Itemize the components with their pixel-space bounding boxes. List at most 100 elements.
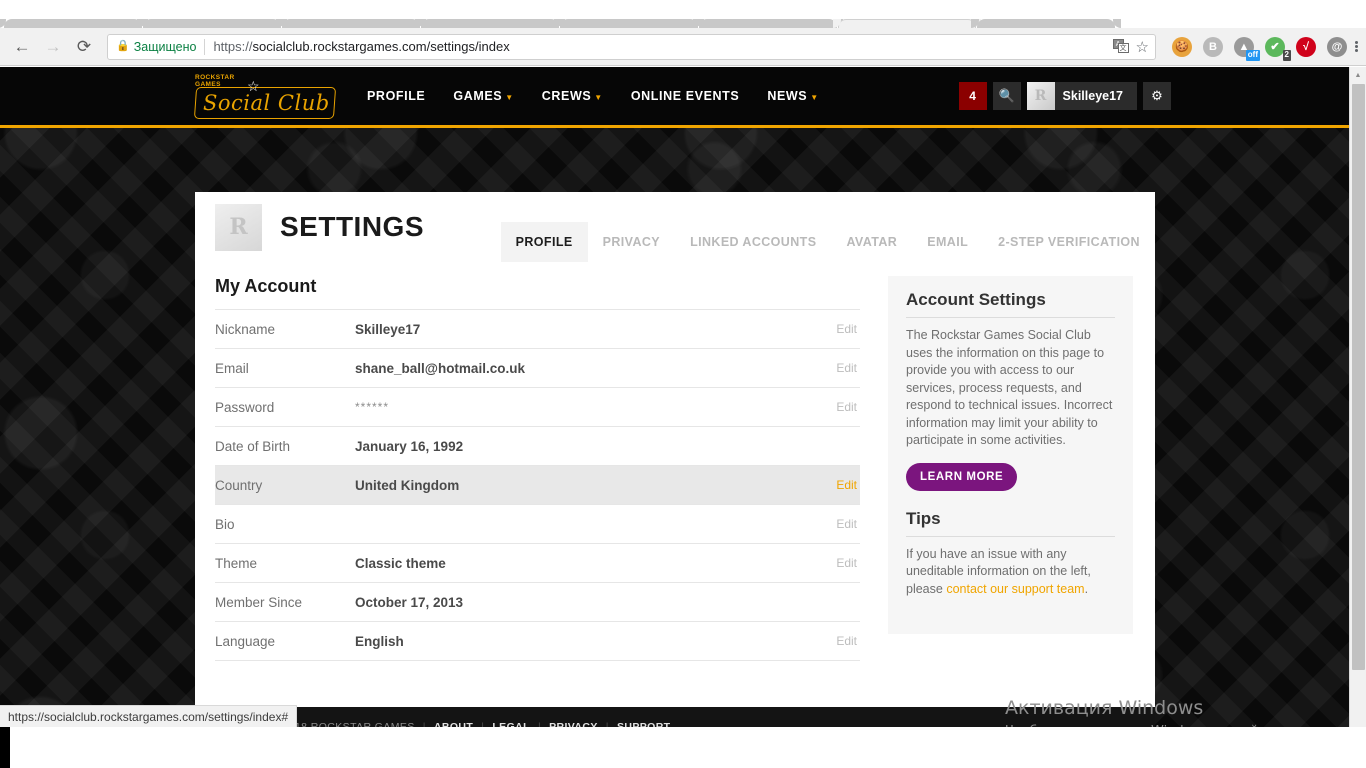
table-row[interactable]: Language English Edit: [215, 622, 860, 661]
vertical-scrollbar[interactable]: ▲ ▼: [1349, 67, 1366, 739]
row-value: ******: [355, 400, 390, 414]
page-title: SETTINGS: [280, 211, 425, 242]
extension-icons: 🍪 B ▲ off ✔ 2 √ @: [1162, 36, 1347, 61]
gear-icon[interactable]: ⚙: [1143, 82, 1171, 110]
browser-tab[interactable]: [415, 19, 565, 28]
extension-badge: 2: [1282, 50, 1291, 61]
settings-avatar: R: [215, 203, 262, 251]
cookie-extension-icon[interactable]: 🍪: [1172, 36, 1192, 57]
social-club-logo[interactable]: ROCKSTAR GAMES ☆ Social Club: [193, 74, 337, 119]
edit-link[interactable]: Edit: [836, 322, 860, 336]
shield-check-extension-icon[interactable]: ✔ 2: [1265, 36, 1291, 61]
tab-label: 2-STEP VERIFICATION: [998, 235, 1140, 249]
tips-heading: Tips: [906, 491, 1115, 537]
row-label: Member Since: [215, 594, 303, 610]
table-row[interactable]: Email shane_ball@hotmail.co.uk Edit: [215, 349, 860, 388]
table-row[interactable]: Password ****** Edit: [215, 388, 860, 427]
nav-item-label: GAMES: [453, 89, 503, 103]
scrollbar-thumb[interactable]: [1352, 84, 1365, 670]
nav-item-label: PROFILE: [367, 89, 426, 103]
learn-more-button[interactable]: LEARN MORE: [906, 462, 1018, 491]
browser-tab[interactable]: [971, 19, 1121, 28]
header-right-controls: 4 🔍 R Skilleye17 ⚙: [958, 82, 1171, 110]
status-bar-url: https://socialclub.rockstargames.com/set…: [0, 705, 298, 727]
nav-item-crews[interactable]: CREWS ▼: [542, 89, 603, 103]
tab-profile[interactable]: PROFILE: [500, 222, 588, 262]
row-value: Skilleye17: [355, 321, 421, 337]
adguard-extension-icon[interactable]: ▲ off: [1234, 36, 1260, 61]
tab-2-step-verification[interactable]: 2-STEP VERIFICATION: [983, 222, 1155, 262]
user-chip[interactable]: R Skilleye17: [1026, 82, 1137, 110]
nav-item-games[interactable]: GAMES ▼: [453, 89, 513, 103]
edit-link[interactable]: Edit: [836, 556, 860, 570]
row-label: Date of Birth: [215, 438, 291, 454]
tab-linked-accounts[interactable]: LINKED ACCOUNTS: [675, 222, 831, 262]
row-label: Bio: [215, 516, 235, 532]
chevron-down-icon: ▼: [594, 93, 603, 102]
table-row[interactable]: Bio Edit: [215, 505, 860, 544]
row-label: Language: [215, 633, 276, 649]
chevron-down-icon: ▼: [505, 93, 514, 102]
table-row[interactable]: Member Since October 17, 2013: [215, 583, 860, 622]
nav-item-profile[interactable]: PROFILE: [367, 89, 425, 103]
browser-tab[interactable]: [276, 19, 426, 28]
row-label: Password: [215, 399, 275, 415]
browser-tab[interactable]: [137, 19, 287, 28]
edit-link[interactable]: Edit: [836, 634, 860, 648]
extension-badge: off: [1245, 50, 1260, 61]
lock-icon: 🔒: [116, 40, 130, 52]
tab-label: LINKED ACCOUNTS: [690, 235, 817, 249]
checkmark-red-extension-icon[interactable]: √: [1296, 36, 1316, 57]
nav-item-news[interactable]: NEWS ▼: [767, 89, 818, 103]
row-label: Theme: [215, 555, 258, 571]
browser-tab[interactable]: [554, 19, 704, 28]
tab-avatar[interactable]: AVATAR: [831, 222, 912, 262]
star-icon[interactable]: ☆: [1136, 38, 1149, 56]
row-value: October 17, 2013: [355, 594, 464, 610]
table-row[interactable]: Nickname Skilleye17 Edit: [215, 310, 860, 349]
back-arrow-icon[interactable]: ←: [8, 33, 36, 61]
row-value: Classic theme: [355, 555, 446, 571]
translate-icon[interactable]: A文: [1112, 39, 1130, 54]
three-dot-menu-icon[interactable]: [1355, 41, 1358, 52]
url-text: https://socialclub.rockstargames.com/set…: [213, 39, 509, 54]
row-value: January 16, 1992: [355, 438, 464, 454]
tab-privacy[interactable]: PRIVACY: [588, 222, 675, 262]
row-label: Nickname: [215, 321, 276, 337]
search-icon[interactable]: 🔍: [992, 82, 1021, 110]
reload-icon[interactable]: ⟳: [70, 33, 98, 61]
section-title: My Account: [215, 276, 317, 296]
avatar: R: [1026, 82, 1055, 110]
row-value: English: [355, 633, 404, 649]
browser-tab[interactable]: [0, 19, 148, 28]
b-extension-icon[interactable]: B: [1203, 36, 1223, 57]
browser-tab[interactable]: [693, 19, 843, 28]
support-team-link[interactable]: contact our support team: [946, 582, 1084, 596]
notification-badge[interactable]: 4: [958, 82, 987, 110]
c-extension-icon[interactable]: @: [1327, 36, 1347, 57]
tips-text-after: .: [1084, 581, 1089, 596]
main-navigation: PROFILE GAMES ▼ CREWS ▼ ONLINE EVENTS NEWS ▼: [367, 89, 819, 103]
edit-link[interactable]: Edit: [836, 400, 860, 414]
browser-window: ← → ⟳ 🔒 Защищено https://socialclub.rock…: [0, 0, 1366, 768]
address-bar[interactable]: 🔒 Защищено https://socialclub.rockstarga…: [107, 33, 1156, 60]
settings-tabs: PROFILE PRIVACY LINKED ACCOUNTS AVATAR EMAIL…: [500, 192, 1155, 262]
edit-link[interactable]: Edit: [836, 478, 860, 492]
tab-email[interactable]: EMAIL: [912, 222, 983, 262]
row-label: Country: [215, 477, 263, 493]
nav-item-online-events[interactable]: ONLINE EVENTS: [631, 89, 740, 103]
tab-label: PROFILE: [515, 235, 573, 249]
edit-link[interactable]: Edit: [836, 361, 860, 375]
row-value: shane_ball@hotmail.co.uk: [355, 360, 525, 376]
table-row[interactable]: Theme Classic theme Edit: [215, 544, 860, 583]
table-row[interactable]: Country United Kingdom Edit: [215, 466, 860, 505]
scroll-up-arrow-icon[interactable]: ▲: [1350, 67, 1366, 84]
browser-tab[interactable]: [833, 19, 981, 28]
edit-link[interactable]: Edit: [836, 517, 860, 531]
forward-arrow-icon[interactable]: →: [39, 33, 67, 61]
chevron-down-icon: ▼: [810, 93, 819, 102]
table-row[interactable]: Date of Birth January 16, 1992: [215, 427, 860, 466]
url-rest: socialclub.rockstargames.com/settings/in…: [252, 39, 510, 54]
tab-label: PRIVACY: [602, 235, 661, 249]
nav-item-label: ONLINE EVENTS: [630, 89, 740, 103]
